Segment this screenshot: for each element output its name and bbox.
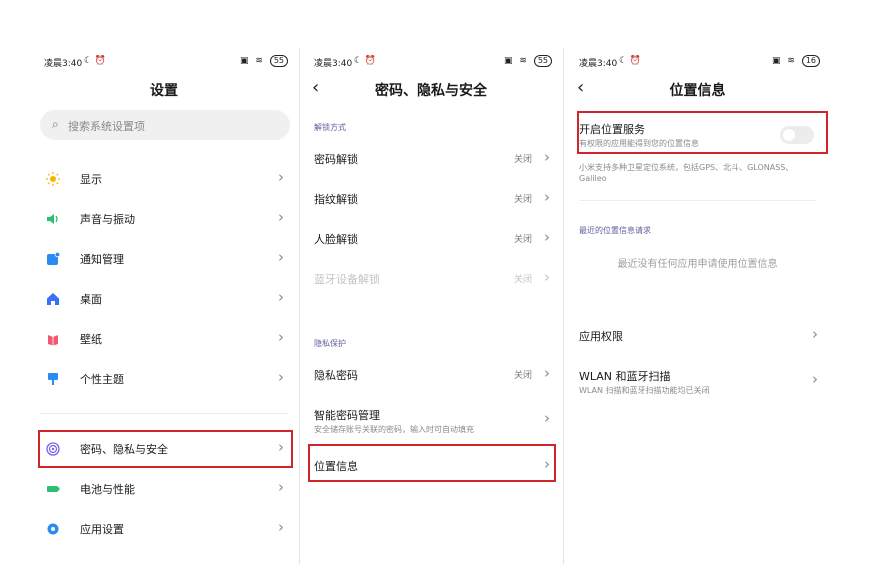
search-icon: ⌕ — [52, 117, 59, 131]
battery-icon — [47, 486, 60, 492]
theme-brush-icon — [48, 373, 58, 385]
search-placeholder: 搜索系统设置项 — [68, 120, 145, 133]
item-label: 壁纸 — [80, 333, 102, 346]
item-label: 显示 — [80, 173, 102, 186]
notification-icon — [47, 252, 60, 265]
chevron-right-icon: › — [544, 148, 550, 166]
chevron-right-icon: › — [278, 368, 284, 386]
row-subtext: WLAN 扫描和蓝牙扫描功能均已关闭 — [579, 386, 710, 395]
page-title: 密码、隐私与安全 — [375, 83, 487, 99]
section-header-privacy: 隐私保护 — [314, 339, 346, 348]
row-value: 关闭 — [513, 371, 532, 381]
chevron-right-icon: › — [278, 288, 284, 306]
battery-icon: 16 — [801, 55, 820, 67]
status-bar: 凌晨3:40 ☾ ⏰ ▣ ≋ 16 — [565, 54, 830, 70]
speaker-icon — [47, 214, 58, 224]
row-label: 人脸解锁 — [314, 233, 358, 246]
row-value: 关闭 — [513, 195, 532, 205]
chevron-right-icon: › — [278, 478, 284, 496]
row-password-unlock[interactable]: 密码解锁 关闭 › — [300, 144, 562, 174]
chevron-right-icon: › — [544, 228, 550, 246]
settings-item-desktop[interactable]: 桌面 › — [30, 281, 298, 317]
chevron-right-icon: › — [544, 268, 550, 286]
row-bluetooth-unlock: 蓝牙设备解锁 关闭 › — [300, 264, 562, 294]
item-label: 个性主题 — [80, 373, 124, 386]
row-wlan-bluetooth-scan[interactable]: WLAN 和蓝牙扫描 WLAN 扫描和蓝牙扫描功能均已关闭 › — [565, 361, 830, 399]
wallpaper-icon — [48, 335, 58, 346]
row-privacy-password[interactable]: 隐私密码 关闭 › — [300, 360, 562, 390]
chevron-right-icon: › — [278, 328, 284, 346]
gear-icon — [47, 523, 59, 535]
chevron-right-icon: › — [278, 168, 284, 186]
row-label: 应用权限 — [579, 330, 623, 343]
search-input[interactable]: ⌕ 搜索系统设置项 — [40, 110, 290, 140]
moon-alarm-icon: ☾ ⏰ — [619, 56, 642, 66]
moon-alarm-icon: ☾ ⏰ — [354, 56, 377, 66]
page-title: 位置信息 — [669, 83, 726, 99]
row-face-unlock[interactable]: 人脸解锁 关闭 › — [300, 224, 562, 254]
settings-item-wallpaper[interactable]: 壁纸 › — [30, 321, 298, 357]
status-time: 凌晨3:40 — [314, 59, 353, 69]
settings-item-display[interactable]: 显示 › — [30, 161, 298, 197]
settings-item-battery[interactable]: 电池与性能 › — [30, 471, 298, 507]
item-label: 通知管理 — [80, 253, 124, 266]
chevron-right-icon: › — [544, 188, 550, 206]
panel-divider — [563, 48, 564, 564]
settings-item-sound[interactable]: 声音与振动 › — [30, 201, 298, 237]
settings-item-notifications[interactable]: 通知管理 › — [30, 241, 298, 277]
chevron-right-icon: › — [812, 325, 818, 343]
chevron-right-icon: › — [812, 370, 818, 388]
chevron-right-icon: › — [278, 208, 284, 226]
item-label: 应用设置 — [80, 523, 124, 536]
location-screen: 凌晨3:40 ☾ ⏰ ▣ ≋ 16 ‹ 位置信息 开启位置服务 有权限的应用能得… — [565, 48, 830, 564]
settings-screen: 凌晨3:40 ☾ ⏰ ▣ ≋ 55 设置 ⌕ 搜索系统设置项 显示 › 声音与振… — [30, 48, 298, 564]
row-app-permissions[interactable]: 应用权限 › — [565, 321, 830, 351]
status-bar: 凌晨3:40 ☾ ⏰ ▣ ≋ 55 — [30, 54, 298, 70]
status-icons: ▣ ≋ 55 — [240, 55, 288, 67]
row-label: 指纹解锁 — [314, 193, 358, 206]
page-title: 设置 — [150, 83, 178, 99]
sun-icon — [46, 172, 60, 186]
row-smart-password[interactable]: 智能密码管理 安全储存账号关联的密码，输入时可自动填充 › — [300, 400, 562, 438]
status-time: 凌晨3:40 — [44, 59, 83, 69]
recent-empty-message: 最近没有任何应用申请使用位置信息 — [617, 259, 778, 270]
status-icons: ▣ ≋ 16 — [772, 55, 820, 67]
row-label: 隐私密码 — [314, 369, 358, 382]
settings-item-theme[interactable]: 个性主题 › — [30, 361, 298, 397]
chevron-right-icon: › — [544, 409, 550, 427]
row-label: 智能密码管理 — [314, 409, 380, 422]
item-label: 电池与性能 — [80, 483, 135, 496]
chevron-right-icon: › — [278, 248, 284, 266]
status-icons: ▣ ≋ 55 — [504, 55, 552, 67]
gnss-note: 小米支持多种卫星定位系统，包括GPS、北斗、GLONASS、Galileo — [579, 163, 794, 183]
chevron-right-icon: › — [544, 364, 550, 382]
section-divider — [579, 200, 816, 201]
highlight-box — [308, 444, 556, 482]
section-divider — [40, 413, 288, 414]
highlight-box — [38, 430, 293, 468]
home-icon — [47, 293, 59, 305]
chevron-right-icon: › — [278, 518, 284, 536]
security-screen: 凌晨3:40 ☾ ⏰ ▣ ≋ 55 ‹ 密码、隐私与安全 解锁方式 密码解锁 关… — [300, 48, 562, 564]
item-label: 声音与振动 — [80, 213, 135, 226]
row-value: 关闭 — [513, 275, 532, 285]
row-value: 关闭 — [513, 235, 532, 245]
battery-icon: 55 — [533, 55, 552, 67]
row-label: 蓝牙设备解锁 — [314, 273, 380, 286]
moon-alarm-icon: ☾ ⏰ — [84, 56, 107, 66]
item-label: 桌面 — [80, 293, 102, 306]
row-fingerprint-unlock[interactable]: 指纹解锁 关闭 › — [300, 184, 562, 214]
status-bar: 凌晨3:40 ☾ ⏰ ▣ ≋ 55 — [300, 54, 562, 70]
row-subtext: 安全储存账号关联的密码，输入时可自动填充 — [314, 425, 474, 434]
section-header-recent: 最近的位置信息请求 — [579, 226, 651, 235]
highlight-box — [577, 111, 828, 154]
row-value: 关闭 — [513, 155, 532, 165]
settings-item-apps[interactable]: 应用设置 › — [30, 511, 298, 547]
status-time: 凌晨3:40 — [579, 59, 618, 69]
row-label: 密码解锁 — [314, 153, 358, 166]
row-label: WLAN 和蓝牙扫描 — [579, 370, 671, 383]
battery-icon: 55 — [269, 55, 288, 67]
section-header-unlock: 解锁方式 — [314, 123, 346, 132]
